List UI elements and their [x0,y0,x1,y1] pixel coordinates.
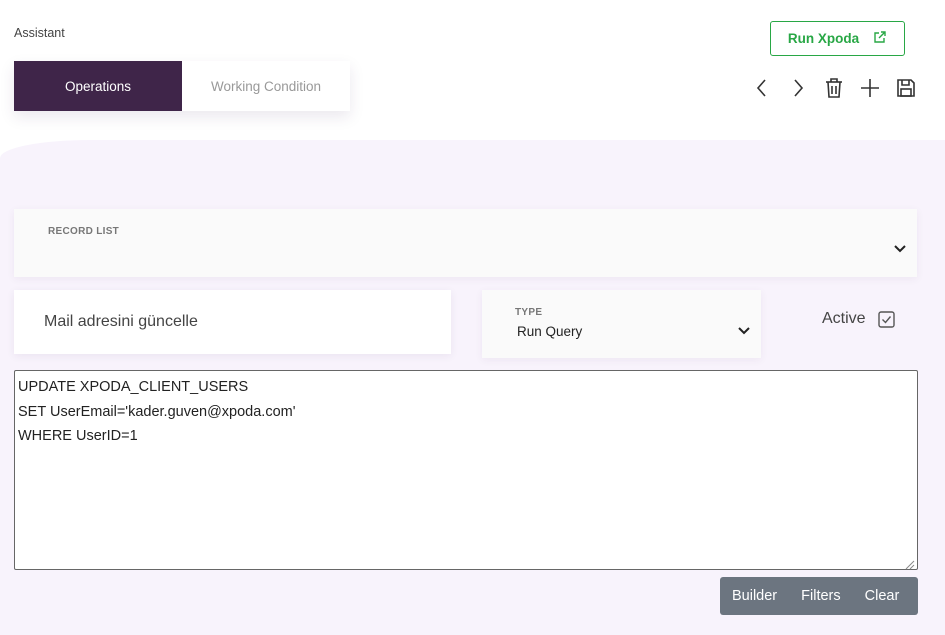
record-toolbar [748,74,928,102]
chevron-down-icon [894,240,906,258]
record-list-select[interactable]: RECORD LIST [14,209,917,277]
external-link-icon [873,30,887,47]
tab-bar: Operations Working Condition [14,61,350,111]
tab-working-condition[interactable]: Working Condition [182,61,350,111]
plus-icon[interactable] [856,74,884,102]
active-label: Active [822,310,866,327]
run-xpoda-button[interactable]: Run Xpoda [770,21,905,56]
record-list-label: RECORD LIST [48,226,120,237]
filters-button[interactable]: Filters [789,577,852,615]
builder-button[interactable]: Builder [720,577,789,615]
run-xpoda-label: Run Xpoda [787,31,860,46]
query-button-group: Builder Filters Clear [720,577,918,615]
type-select[interactable]: TYPE Run Query [482,290,761,358]
trash-icon[interactable] [820,74,848,102]
query-editor[interactable] [14,370,918,570]
chevron-left-icon[interactable] [748,74,776,102]
breadcrumb: Assistant [14,26,65,40]
active-checkbox[interactable] [877,310,895,328]
tab-operations[interactable]: Operations [14,61,182,111]
chevron-down-icon [738,322,750,340]
chevron-right-icon[interactable] [784,74,812,102]
resize-handle-icon[interactable] [905,557,915,575]
clear-button[interactable]: Clear [853,577,912,615]
active-toggle: Active [822,310,895,328]
operation-name-input[interactable] [14,290,451,354]
save-icon[interactable] [892,74,920,102]
type-label: TYPE [515,307,543,318]
type-value: Run Query [517,324,583,339]
